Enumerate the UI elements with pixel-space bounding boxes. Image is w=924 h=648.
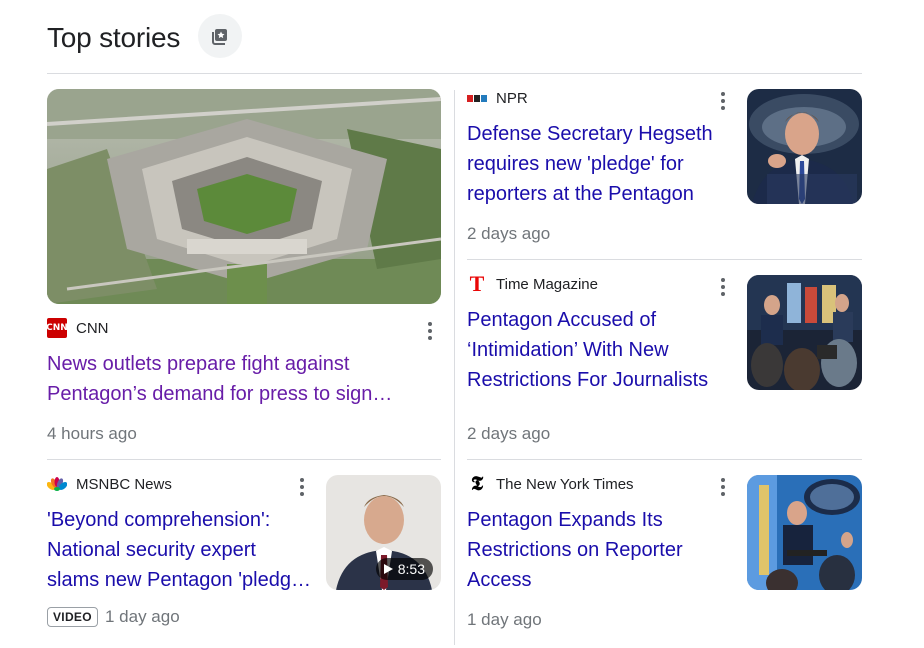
story-headline[interactable]: Defense Secretary Hegseth requires new '… bbox=[467, 119, 727, 209]
source-name: The New York Times bbox=[496, 475, 634, 493]
row-divider bbox=[47, 459, 441, 460]
bookmark-star-icon bbox=[212, 29, 227, 45]
story-timestamp: 1 day ago bbox=[467, 610, 542, 629]
source-name: MSNBC News bbox=[76, 475, 172, 493]
more-options-icon[interactable] bbox=[292, 476, 312, 498]
story-headline[interactable]: Pentagon Accused of ‘Intimidation’ With … bbox=[467, 305, 737, 395]
story-headline[interactable]: News outlets prepare fight against Penta… bbox=[47, 349, 437, 409]
source-name: NPR bbox=[496, 89, 528, 107]
story-thumbnail[interactable] bbox=[747, 89, 862, 204]
row-divider bbox=[467, 459, 862, 460]
headline-line: reporters at the Pentagon bbox=[467, 183, 694, 205]
headline-line: Restrictions on Reporter bbox=[467, 539, 683, 561]
headline-line: requires new 'pledge' for bbox=[467, 153, 684, 175]
more-options-icon[interactable] bbox=[420, 320, 440, 342]
msnbc-peacock-icon bbox=[47, 474, 67, 494]
headline-line: News outlets prepare fight against bbox=[47, 353, 350, 375]
story-image-pentagon-aerial[interactable] bbox=[47, 89, 441, 304]
headline-line: Defense Secretary Hegseth bbox=[467, 123, 713, 145]
headline-line: Pentagon Accused of bbox=[467, 309, 657, 331]
story-timestamp: 2 days ago bbox=[467, 224, 551, 243]
cnn-logo-icon: CNN bbox=[46, 318, 68, 338]
play-icon bbox=[383, 564, 393, 574]
npr-logo-icon bbox=[467, 88, 487, 108]
story-headline[interactable]: 'Beyond comprehension': National securit… bbox=[47, 505, 317, 595]
story-thumbnail[interactable] bbox=[747, 475, 862, 590]
headline-line: National security expert bbox=[47, 539, 256, 561]
header-divider bbox=[47, 73, 862, 74]
row-divider bbox=[467, 259, 862, 260]
headline-line: ‘Intimidation’ With New bbox=[467, 339, 669, 361]
story-thumbnail[interactable] bbox=[747, 275, 862, 390]
more-options-icon[interactable] bbox=[713, 90, 733, 112]
source-msnbc: MSNBC News bbox=[47, 474, 172, 494]
story-headline[interactable]: Pentagon Expands Its Restrictions on Rep… bbox=[467, 505, 737, 595]
more-options-icon[interactable] bbox=[713, 276, 733, 298]
time-logo-icon: T bbox=[469, 271, 485, 296]
top-stories-header: Top stories bbox=[47, 14, 242, 62]
story-timestamp: 1 day ago bbox=[105, 607, 180, 626]
headline-line: Pentagon Expands Its bbox=[467, 509, 663, 531]
video-duration: 8:53 bbox=[397, 561, 425, 577]
headline-line: Access bbox=[467, 569, 532, 591]
more-options-icon[interactable] bbox=[713, 476, 733, 498]
headline-line: slams new Pentagon 'pledge… bbox=[47, 569, 317, 591]
source-cnn: CNN CNN bbox=[46, 318, 109, 338]
video-badge: VIDEO bbox=[47, 607, 98, 627]
source-name: CNN bbox=[76, 319, 109, 337]
section-title: Top stories bbox=[47, 22, 181, 53]
headline-line: Pentagon’s demand for press to sign… bbox=[47, 383, 393, 405]
story-timestamp: 4 hours ago bbox=[47, 424, 137, 443]
headline-line: 'Beyond comprehension': bbox=[47, 509, 271, 531]
source-npr: NPR bbox=[467, 88, 528, 108]
story-timestamp: 2 days ago bbox=[467, 424, 551, 443]
headline-line: Restrictions For Journalists bbox=[467, 369, 709, 391]
source-nyt: 𝕿 The New York Times bbox=[467, 474, 634, 494]
source-time: T Time Magazine bbox=[467, 271, 598, 296]
column-divider bbox=[454, 90, 455, 645]
story-video-thumbnail[interactable]: 8:53 bbox=[326, 475, 441, 590]
nyt-logo-icon: 𝕿 bbox=[470, 473, 484, 495]
video-duration-badge: 8:53 bbox=[375, 558, 433, 580]
top-stories-icon-button[interactable] bbox=[198, 14, 242, 58]
source-name: Time Magazine bbox=[496, 275, 598, 293]
